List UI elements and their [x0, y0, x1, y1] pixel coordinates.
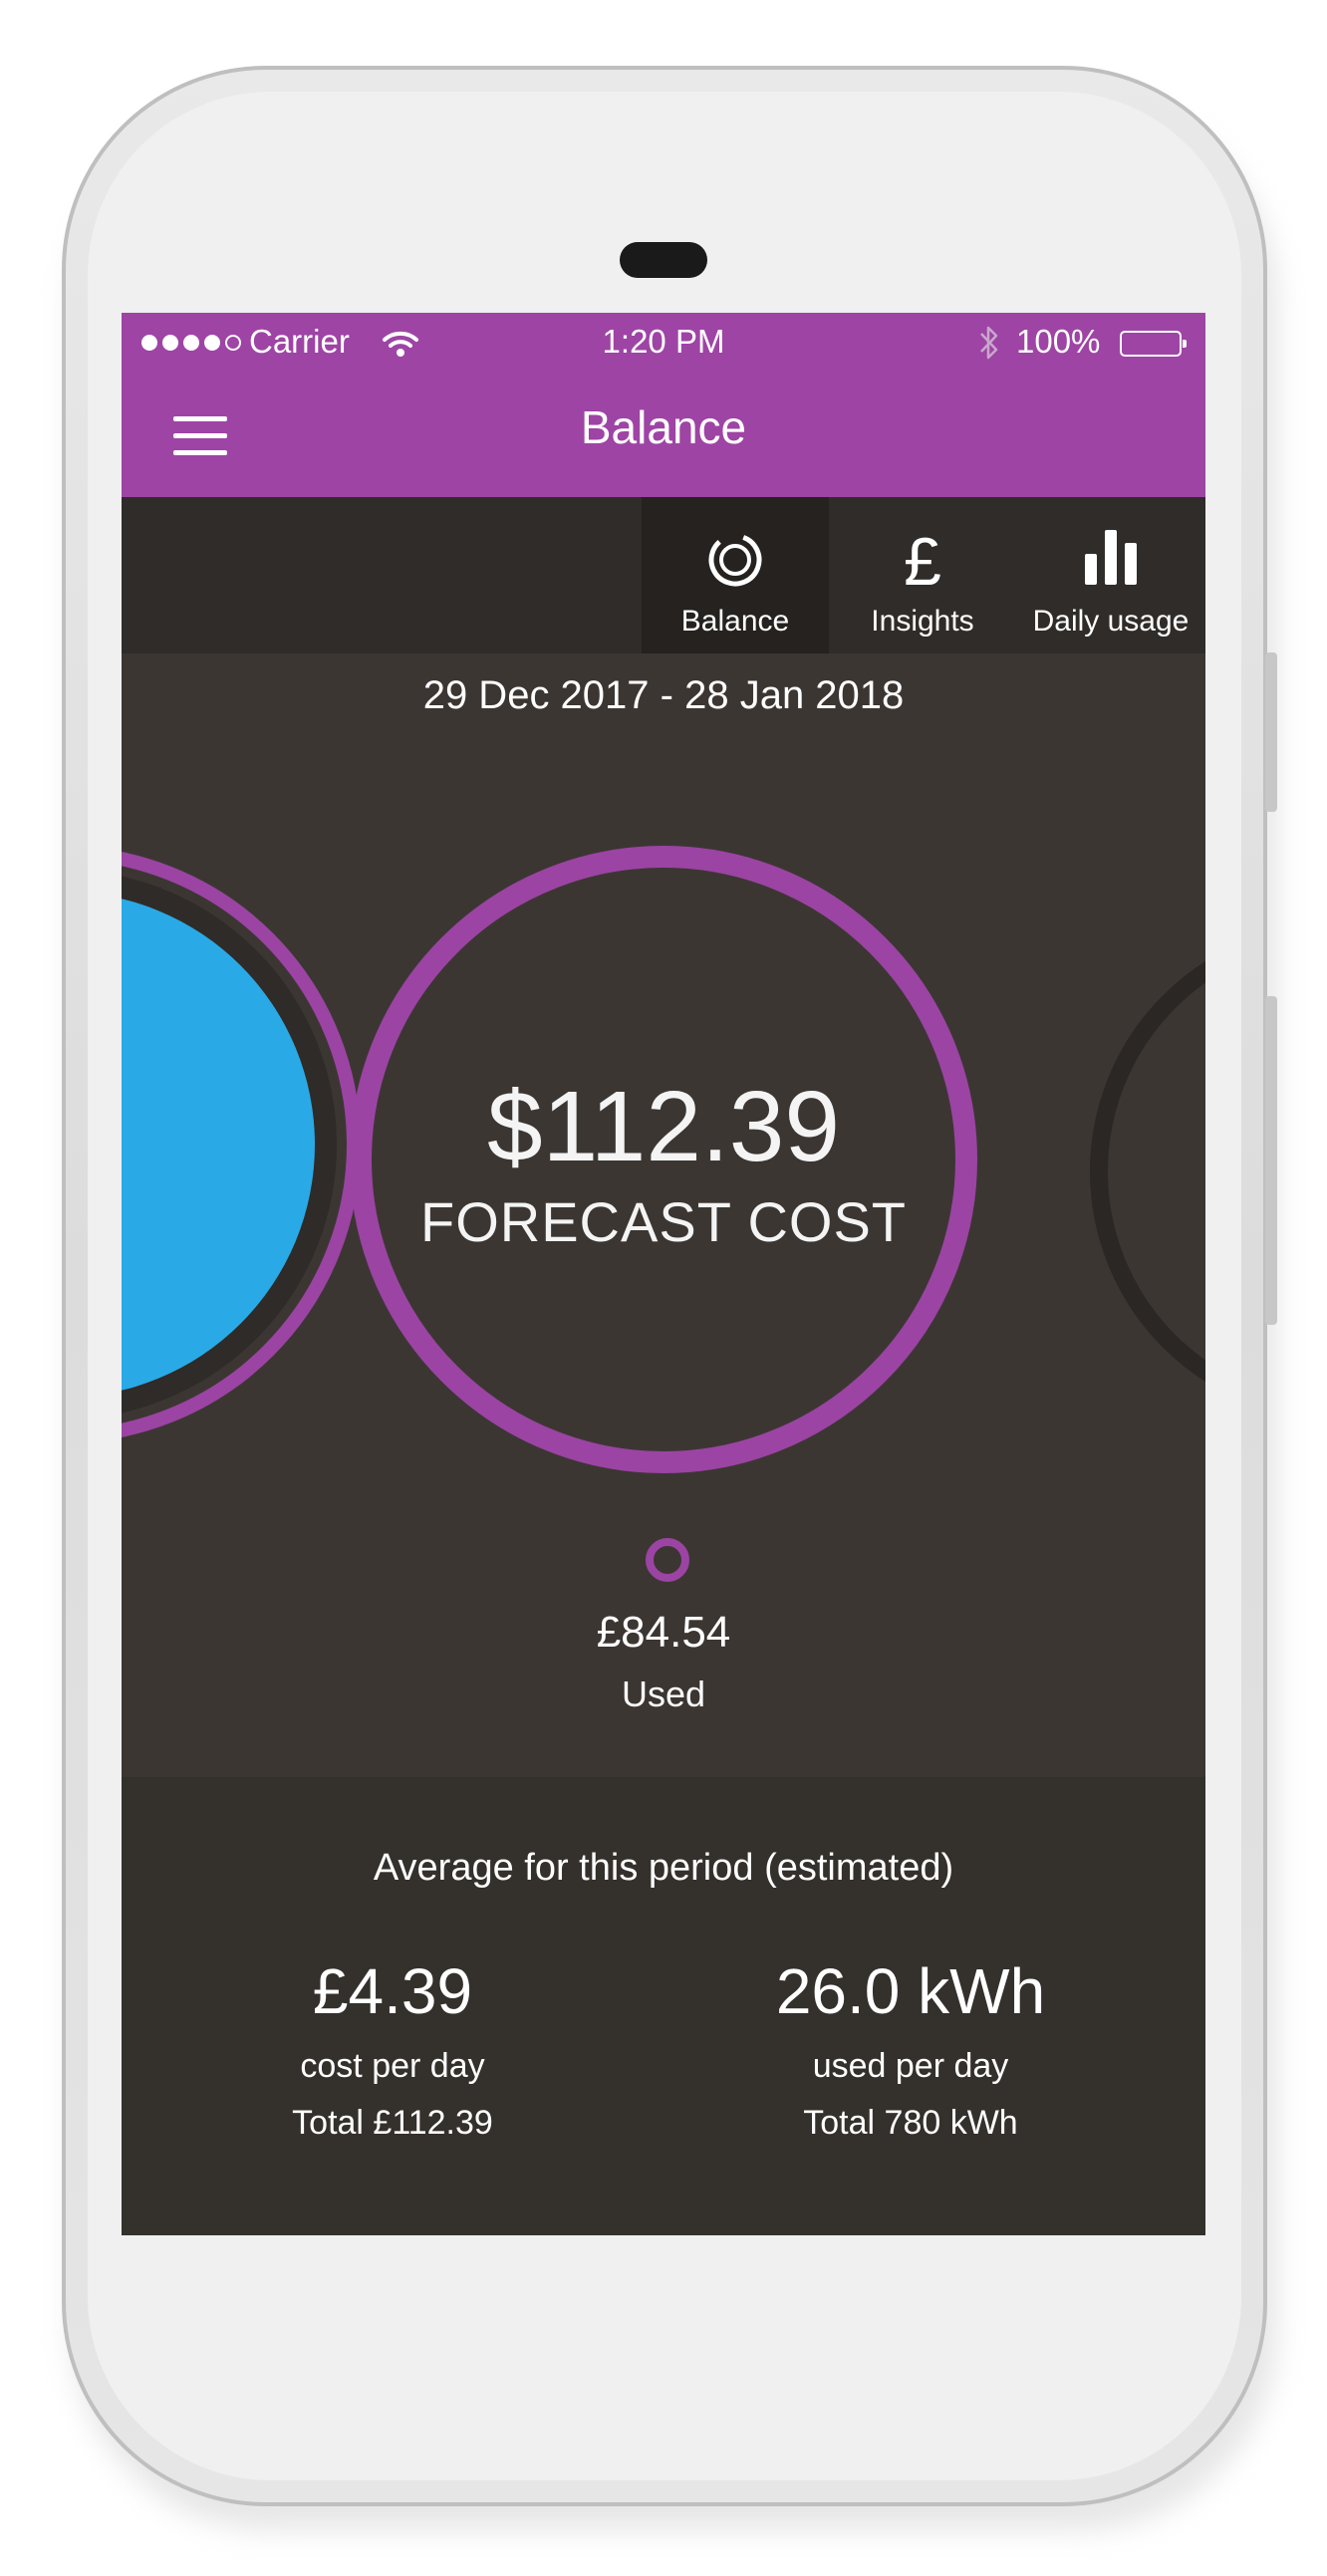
- usage-per-day-value: 26.0 kWh: [775, 1955, 1046, 2027]
- battery-percent: 100%: [1016, 323, 1101, 360]
- bar-chart-icon: [1085, 530, 1137, 585]
- usage-per-day-label: used per day: [812, 2047, 1009, 2085]
- tab-daily-usage[interactable]: Daily usage: [1016, 497, 1205, 653]
- averages-title: Average for this period (estimated): [373, 1847, 954, 1889]
- earpiece-speaker: [620, 242, 707, 278]
- ring-progress-icon: [708, 533, 762, 587]
- cost-per-day-value: £4.39: [312, 1955, 473, 2027]
- svg-text:£: £: [904, 527, 941, 593]
- tab-insights[interactable]: £ Insights: [829, 497, 1016, 653]
- side-button-bottom: [1265, 996, 1277, 1325]
- tab-balance[interactable]: Balance: [642, 497, 829, 653]
- used-label: Used: [621, 1674, 706, 1714]
- used-amount: £84.54: [596, 1608, 731, 1657]
- app-screen: Carrier 1:20 PM 100% Balance Balance £ I…: [122, 313, 1205, 2235]
- page-title: Balance: [580, 401, 747, 453]
- billing-period: 29 Dec 2017 - 28 Jan 2018: [422, 673, 905, 717]
- forecast-cost-value: $112.39: [486, 1071, 841, 1182]
- cost-total: Total £112.39: [292, 2104, 493, 2142]
- usage-total: Total 780 kWh: [803, 2104, 1018, 2142]
- next-period-ring[interactable]: [1090, 922, 1205, 1420]
- tab-daily-usage-label: Daily usage: [1032, 605, 1190, 638]
- cost-per-day-label: cost per day: [300, 2047, 485, 2085]
- tab-insights-label: Insights: [871, 605, 974, 638]
- pound-icon: £: [904, 527, 941, 593]
- battery-icon: [1120, 331, 1187, 357]
- status-bar: Carrier 1:20 PM 100%: [122, 313, 1205, 373]
- used-legend-icon: [646, 1538, 689, 1582]
- tab-balance-label: Balance: [680, 605, 790, 638]
- bluetooth-icon: [980, 326, 998, 360]
- forecast-cost-label: FORECAST COST: [419, 1190, 907, 1253]
- tab-bar: Balance £ Insights Daily usage: [122, 497, 1205, 653]
- side-button-top: [1265, 652, 1277, 812]
